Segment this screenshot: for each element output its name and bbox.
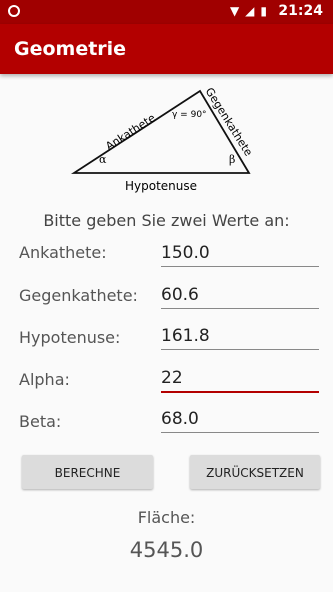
label-alpha: Alpha: [19,370,70,389]
status-bar: ▼◢▮ 21:24 [0,0,333,24]
reset-button[interactable]: ZURÜCKSETZEN [190,455,320,489]
label-ankathete: Ankathete: [19,243,107,262]
label-alpha: α [99,153,107,166]
label-hypotenuse: Hypotenuse [125,179,197,193]
notification-icon [8,5,20,17]
beta-input[interactable]: 68.0 [161,406,319,433]
label-opposite: Gegenkathete [203,85,256,158]
calculate-button[interactable]: BERECHNE [22,455,153,489]
clock: 21:24 [278,3,323,19]
gegenkathete-input[interactable]: 60.6 [161,282,319,309]
app-bar: Geometrie [0,24,333,74]
label-gamma: γ = 90° [172,110,207,120]
label-hypotenuse: Hypotenuse: [19,328,121,347]
area-label: Fläche: [137,508,196,527]
label-gegenkathete: Gegenkathete: [19,286,138,305]
ankathete-input[interactable]: 150.0 [161,240,319,267]
label-adjacent: Ankathete [103,111,158,153]
label-beta: β [229,153,235,166]
alpha-input[interactable]: 22 [161,365,319,393]
signal-icons: ▼◢▮ [229,4,273,18]
app-title: Geometrie [14,38,127,60]
hypotenuse-input[interactable]: 161.8 [161,323,319,350]
area-value: 4545.0 [129,538,204,562]
instruction-text: Bitte geben Sie zwei Werte an: [43,211,290,230]
label-beta: Beta: [19,412,62,431]
triangle-diagram: Ankathete Gegenkathete Hypotenuse γ = 90… [70,85,256,193]
